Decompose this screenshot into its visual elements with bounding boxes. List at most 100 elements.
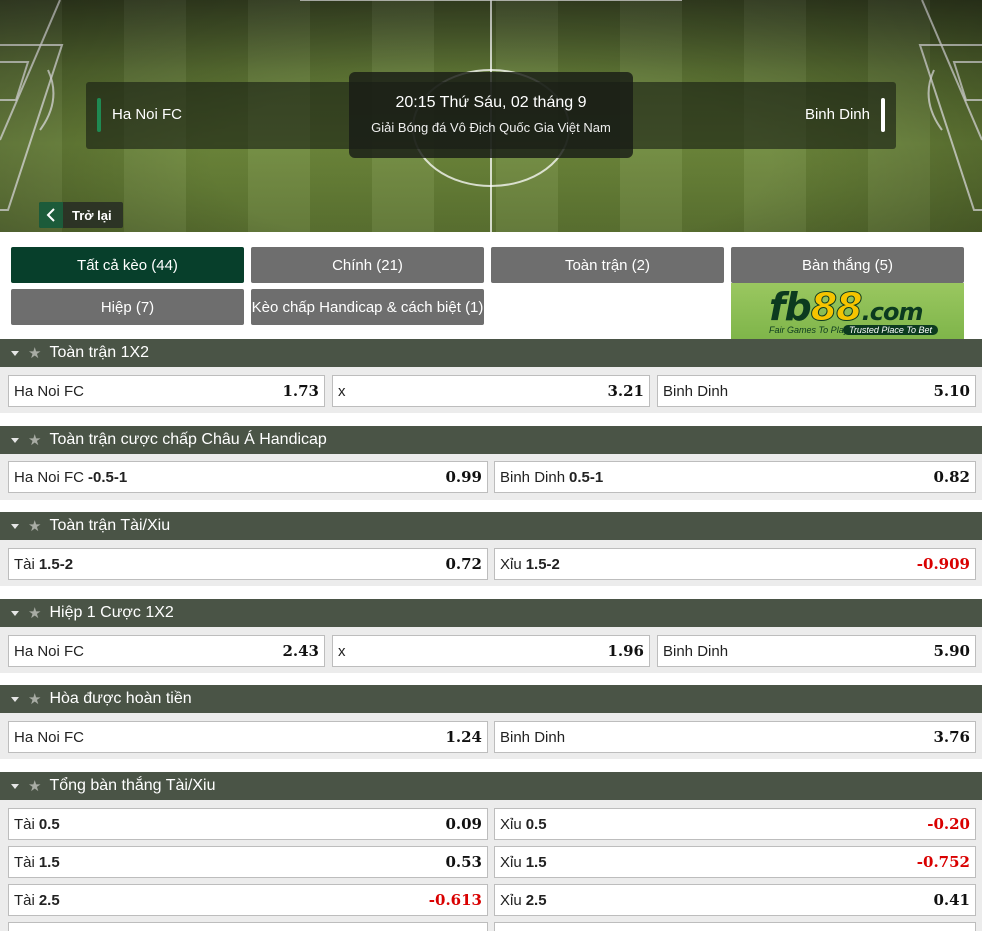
selection-label: Ha Noi FC [14, 382, 85, 400]
brand-fb: fb [769, 285, 812, 329]
filter-main[interactable]: Chính (21) [251, 247, 484, 283]
odds-value: 2.43 [282, 642, 319, 660]
odds-cell[interactable]: Tài 0.5 0.09 [8, 808, 488, 840]
match-header: Ha Noi FC Binh Dinh 20:15 Thứ Sáu, 02 th… [0, 0, 982, 232]
odds-value: -0.613 [428, 891, 482, 909]
market-header[interactable]: ★ Hòa được hoàn tiền [0, 685, 982, 713]
caret-down-icon [11, 696, 19, 702]
odds-value: 0.99 [445, 468, 482, 486]
brand-88: 88 [810, 285, 863, 330]
odds-cell[interactable]: Tài 1.5 0.53 [8, 846, 488, 878]
odds-cell[interactable]: Binh Dinh 5.90 [657, 635, 976, 667]
selection-label: Binh Dinh [500, 468, 566, 486]
filter-handicap[interactable]: Kèo chấp Handicap & cách biệt (1) [251, 289, 484, 325]
selection-label: x [338, 642, 346, 660]
filter-all[interactable]: Tất cả kèo (44) [11, 247, 244, 283]
selection-label: Binh Dinh [500, 728, 566, 746]
selection-label: Xỉu [500, 815, 522, 833]
odds-value: -0.20 [927, 815, 970, 833]
odds-value: -0.909 [916, 555, 970, 573]
caret-down-icon [11, 437, 19, 443]
total-line: 0.5 [38, 815, 60, 833]
odds-cell[interactable]: Ha Noi FC 1.24 [8, 721, 488, 753]
match-datetime: 20:15 Thứ Sáu, 02 tháng 9 [395, 94, 587, 111]
selection-label: Xỉu [500, 555, 522, 573]
filter-fulltime[interactable]: Toàn trận (2) [491, 247, 724, 283]
caret-down-icon [11, 350, 19, 356]
odds-value: 3.76 [933, 728, 970, 746]
odds-cell[interactable]: Tài 2.5 -0.613 [8, 884, 488, 916]
league-name: Giải Bóng đá Vô Địch Quốc Gia Việt Nam [371, 120, 611, 135]
star-icon[interactable]: ★ [28, 431, 41, 449]
filter-half[interactable]: Hiệp (7) [11, 289, 244, 325]
odds-cell[interactable]: Binh Dinh 0.5-1 0.82 [494, 461, 976, 493]
odds-value: 1.96 [607, 642, 644, 660]
odds-cell[interactable]: Tài 1.5-2 0.72 [8, 548, 488, 580]
selection-label: Ha Noi FC [14, 468, 85, 486]
market-title: Tổng bàn thắng Tài/Xiu [49, 777, 216, 794]
selection-label: Tài [14, 815, 35, 833]
caret-down-icon [11, 610, 19, 616]
star-icon[interactable]: ★ [28, 690, 41, 708]
odds-cell[interactable]: Xỉu 2.5 0.41 [494, 884, 976, 916]
fb88-ad-banner[interactable]: fb88.com Fair Games To Play Trusted Plac… [731, 283, 964, 339]
selection-label: Tài [14, 555, 35, 573]
star-icon[interactable]: ★ [28, 517, 41, 535]
selection-label: x [338, 382, 346, 400]
back-label: Trở lại [72, 207, 112, 223]
market-header[interactable]: ★ Toàn trận 1X2 [0, 339, 982, 367]
market-header[interactable]: ★ Tổng bàn thắng Tài/Xiu [0, 772, 982, 800]
ad-tagline-b: Trusted Place To Bet [843, 325, 939, 335]
total-line: 1.5 [38, 853, 60, 871]
odds-value: 0.09 [445, 815, 482, 833]
odds-cell[interactable]: Ha Noi FC 2.43 [8, 635, 325, 667]
odds-value: 5.10 [933, 382, 970, 400]
chevron-left-icon [39, 202, 63, 228]
selection-label: Tài [14, 853, 35, 871]
odds-cell[interactable]: Binh Dinh 3.76 [494, 721, 976, 753]
selection-label: Tài [14, 891, 35, 909]
total-line: 1.5 [525, 853, 547, 871]
odds-value: 0.53 [445, 853, 482, 871]
filter-goals[interactable]: Bàn thắng (5) [731, 247, 964, 283]
handicap-line: 0.5-1 [569, 468, 604, 486]
market-header[interactable]: ★ Hiệp 1 Cược 1X2 [0, 599, 982, 627]
market-title: Toàn trận Tài/Xiu [49, 517, 171, 534]
star-icon[interactable]: ★ [28, 777, 41, 795]
brand-com: .com [861, 298, 924, 326]
market-title: Hòa được hoàn tiền [49, 690, 192, 707]
odds-cell[interactable]: Xỉu 1.5 -0.752 [494, 846, 976, 878]
total-line: 2.5 [525, 891, 547, 909]
star-icon[interactable]: ★ [28, 604, 41, 622]
selection-label: Binh Dinh [663, 642, 729, 660]
odds-cell[interactable] [8, 922, 488, 931]
fb88-logo: fb88.com [769, 285, 924, 330]
star-icon[interactable]: ★ [28, 344, 41, 362]
away-team-marker [881, 98, 885, 132]
odds-cell[interactable]: x 3.21 [332, 375, 650, 407]
total-line: 2.5 [38, 891, 60, 909]
odds-value: 3.21 [607, 382, 644, 400]
odds-cell[interactable]: Ha Noi FC 1.73 [8, 375, 325, 407]
caret-down-icon [11, 523, 19, 529]
selection-label: Ha Noi FC [14, 642, 85, 660]
odds-cell[interactable]: x 1.96 [332, 635, 650, 667]
odds-cell[interactable]: Xỉu 1.5-2 -0.909 [494, 548, 976, 580]
odds-value: -0.752 [916, 853, 970, 871]
selection-label: Ha Noi FC [14, 728, 85, 746]
odds-cell[interactable] [494, 922, 976, 931]
selection-label: Xỉu [500, 853, 522, 871]
market-title: Toàn trận cược chấp Châu Á Handicap [49, 431, 327, 448]
odds-cell[interactable]: Binh Dinh 5.10 [657, 375, 976, 407]
back-button[interactable]: Trở lại [39, 202, 123, 228]
total-line: 0.5 [525, 815, 547, 833]
odds-value: 0.82 [933, 468, 970, 486]
total-line: 1.5-2 [38, 555, 74, 573]
market-header[interactable]: ★ Toàn trận cược chấp Châu Á Handicap [0, 426, 982, 454]
odds-cell[interactable]: Xỉu 0.5 -0.20 [494, 808, 976, 840]
market-header[interactable]: ★ Toàn trận Tài/Xiu [0, 512, 982, 540]
selection-label: Xỉu [500, 891, 522, 909]
odds-cell[interactable]: Ha Noi FC -0.5-1 0.99 [8, 461, 488, 493]
caret-down-icon [11, 783, 19, 789]
ad-tagline-a: Fair Games To Play [769, 325, 849, 335]
